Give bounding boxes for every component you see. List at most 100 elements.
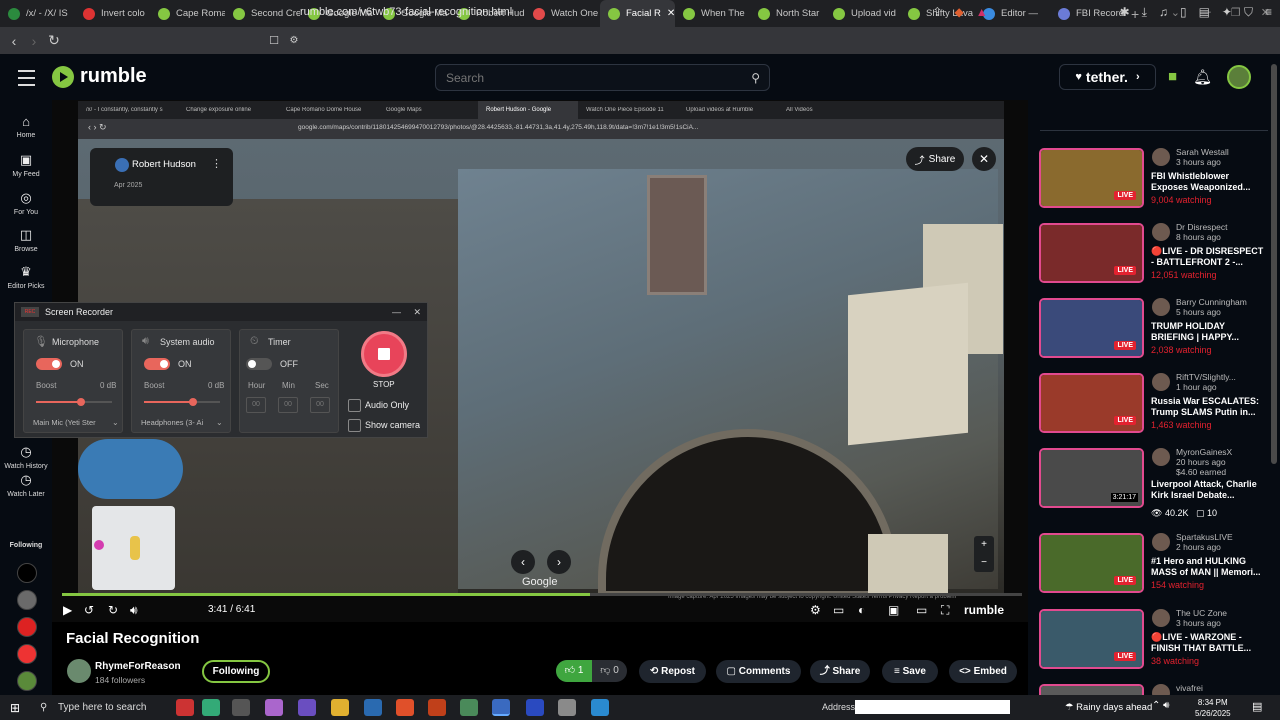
sidebar-icon[interactable]: ▯ — [1180, 5, 1187, 20]
channel-name[interactable]: MyronGainesX — [1176, 447, 1232, 457]
browser-tab[interactable]: North Star — [750, 0, 825, 27]
notification-center-icon[interactable]: ▤ — [1252, 700, 1262, 713]
followed-channel-avatar[interactable] — [17, 590, 37, 610]
taskbar-search[interactable]: ⚲ Type here to search — [36, 695, 176, 720]
microphone-device-select[interactable]: Main Mic (Yeti Ster — [28, 418, 118, 427]
search-input[interactable] — [436, 65, 726, 91]
nav-history[interactable]: ◷ Watch History — [0, 444, 52, 470]
page-scrollbar[interactable] — [1271, 64, 1277, 464]
captions-icon[interactable]: ▭ — [833, 603, 844, 617]
address-toolbar-input[interactable] — [855, 700, 1010, 714]
system-audio-device-select[interactable]: Headphones (3- Ai — [136, 418, 226, 427]
recommended-video[interactable]: LIVE The UC Zone 3 hours ago 🔴LIVE - WARZON… — [1039, 608, 1269, 671]
comments-button[interactable]: ▢ Comments — [716, 660, 801, 683]
taskbar-app-icon[interactable] — [428, 699, 446, 716]
followed-channel-avatar[interactable] — [17, 617, 37, 637]
save-button[interactable]: ≡ Save — [882, 660, 938, 683]
leo-icon[interactable]: ✦ — [1222, 5, 1232, 20]
channel-name[interactable]: Sarah Westall — [1176, 147, 1229, 157]
followed-channel-avatar[interactable] — [17, 563, 37, 583]
video-thumbnail[interactable]: LIVE — [1039, 373, 1144, 433]
channel-name[interactable]: vivafrei — [1176, 684, 1203, 693]
channel-avatar[interactable] — [1152, 223, 1170, 241]
microphone-boost-slider[interactable] — [36, 398, 112, 406]
hamburger-menu-icon[interactable] — [18, 70, 35, 91]
browser-tab[interactable]: Invert colo — [75, 0, 150, 27]
task-view-icon[interactable] — [232, 699, 250, 716]
timer-minute-input[interactable]: 00 — [278, 397, 298, 413]
video-thumbnail[interactable]: LIVE — [1039, 298, 1144, 358]
url-bar[interactable]: rumble.com/v6twb73-facial-recognition.ht… — [300, 6, 512, 18]
recommended-video[interactable]: LIVE Barry Cunningham 5 hours ago TRUMP HOL… — [1039, 297, 1269, 360]
timer-toggle[interactable] — [246, 358, 272, 370]
bookmark-icon[interactable]: ☐ — [264, 34, 284, 47]
video-title[interactable]: #1 Hero and HULKING MASS of MAN || Memor… — [1151, 556, 1264, 578]
browser-tab[interactable]: When The — [675, 0, 750, 27]
video-title[interactable]: Russia War ESCALATES: Trump SLAMS Putin … — [1151, 396, 1264, 418]
browser-tab[interactable]: Facial R ✕ — [600, 0, 675, 27]
recommended-video[interactable]: vivafrei — [1039, 684, 1269, 695]
search-box[interactable]: ⚲ — [435, 64, 770, 91]
theater-mode-icon[interactable]: ▭ — [916, 603, 927, 617]
back-icon[interactable]: ‹ — [4, 33, 24, 49]
video-thumbnail[interactable]: LIVE — [1039, 148, 1144, 208]
timer-second-input[interactable]: 00 — [310, 397, 330, 413]
search-icon[interactable]: ⚲ — [751, 71, 760, 85]
brave-rewards-icon[interactable]: ▲ — [976, 5, 988, 20]
recommended-video[interactable]: LIVE RiftTV/Slightly... 1 hour ago Russia W… — [1039, 372, 1269, 435]
channel-name[interactable]: Barry Cunningham — [1176, 297, 1247, 307]
recommended-video[interactable]: LIVE Dr Disrespect 8 hours ago 🔴LIVE - DR D… — [1039, 222, 1269, 285]
recommended-video[interactable]: LIVE Sarah Westall 3 hours ago FBI Whistleb… — [1039, 147, 1269, 210]
taskbar-app-icon[interactable] — [492, 699, 510, 716]
recorder-minimize-button[interactable]: — — [392, 307, 401, 317]
wallet-icon[interactable]: ▤ — [1199, 5, 1210, 20]
rewind-icon[interactable]: ↺ — [84, 603, 94, 617]
video-thumbnail[interactable] — [1039, 684, 1144, 695]
audio-only-checkbox[interactable] — [348, 399, 361, 412]
browser-tab[interactable]: Upload vid — [825, 0, 900, 27]
taskbar-app-icon[interactable] — [460, 699, 478, 716]
extensions-icon[interactable]: ✱ — [1120, 5, 1130, 20]
video-thumbnail[interactable]: LIVE — [1039, 223, 1144, 283]
user-avatar[interactable] — [1227, 65, 1251, 89]
media-icon[interactable]: ♫ — [1159, 5, 1168, 20]
followed-channel-avatar[interactable] — [17, 671, 37, 691]
video-thumbnail[interactable]: LIVE — [1039, 533, 1144, 593]
menu-icon[interactable]: ≡ — [1265, 5, 1272, 20]
taskbar-app-icon[interactable] — [298, 699, 316, 716]
embed-button[interactable]: <> Embed — [949, 660, 1017, 683]
recorder-close-button[interactable]: ✕ — [413, 307, 421, 317]
nav-home[interactable]: ⌂ Home — [0, 114, 52, 139]
brave-browser-icon[interactable] — [396, 699, 414, 716]
browser-tab[interactable]: /x/ - /X/ IS — [0, 0, 75, 27]
channel-avatar[interactable] — [1152, 373, 1170, 391]
taskbar-clock[interactable]: 8:34 PM 5/26/2025 — [1195, 697, 1231, 719]
download-icon[interactable]: ⤓ — [1142, 5, 1147, 20]
nav-watch-later[interactable]: ◷ Watch Later — [0, 472, 52, 498]
play-icon[interactable]: ▶ — [63, 603, 72, 617]
browser-tab[interactable]: Second Cre — [225, 0, 300, 27]
stop-recording-button[interactable] — [361, 331, 407, 377]
taskbar-app-icon[interactable] — [202, 699, 220, 716]
taskbar-app-icon[interactable] — [558, 699, 576, 716]
volume-icon[interactable]: 🔊︎ — [130, 603, 138, 618]
channel-avatar[interactable] — [1152, 448, 1170, 466]
brave-shield-icon[interactable]: ◆ — [954, 5, 963, 20]
settings-gear-icon[interactable]: ⚙ — [810, 603, 821, 617]
video-title[interactable]: TRUMP HOLIDAY BRIEFING | HAPPY... — [1151, 321, 1264, 343]
copilot-icon[interactable] — [265, 699, 283, 716]
repost-button[interactable]: ⟲ Repost — [639, 660, 706, 683]
reload-icon[interactable]: ↻ — [44, 32, 64, 49]
channel-avatar[interactable] — [1152, 684, 1170, 695]
share-page-icon[interactable]: ⇪ — [932, 5, 942, 20]
dislike-button[interactable]: 👎︎ 0 — [592, 660, 627, 682]
tether-button[interactable]: ♥ tether. › — [1059, 64, 1156, 90]
rumble-logo[interactable]: rumble — [52, 65, 147, 88]
close-tab-icon[interactable]: ✕ — [667, 8, 675, 19]
channel-avatar[interactable] — [1152, 148, 1170, 166]
taskbar-app-icon[interactable] — [364, 699, 382, 716]
channel-name[interactable]: RhymeForReason — [95, 661, 181, 672]
file-explorer-icon[interactable] — [331, 699, 349, 716]
timer-hour-input[interactable]: 00 — [246, 397, 266, 413]
video-title[interactable]: FBI Whistleblower Exposes Weaponized... — [1151, 171, 1264, 193]
